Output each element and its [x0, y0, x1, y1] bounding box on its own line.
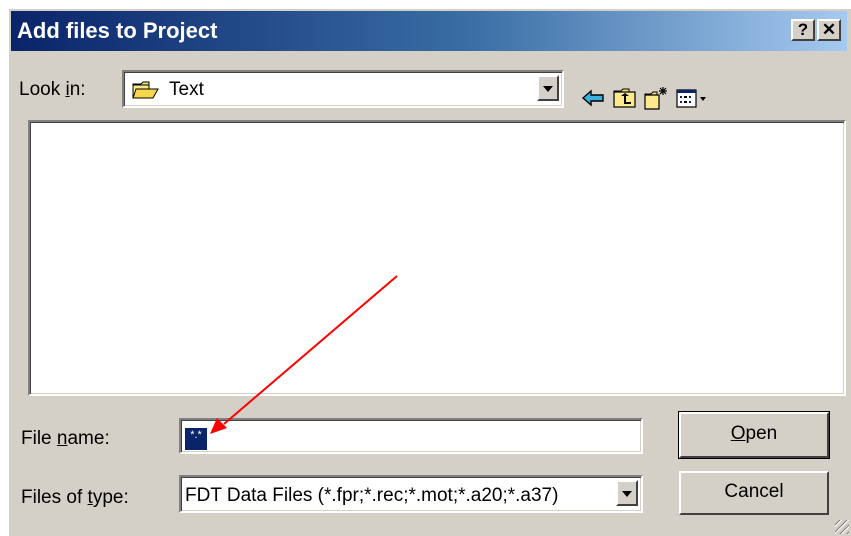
annotation-arrow	[210, 275, 398, 434]
